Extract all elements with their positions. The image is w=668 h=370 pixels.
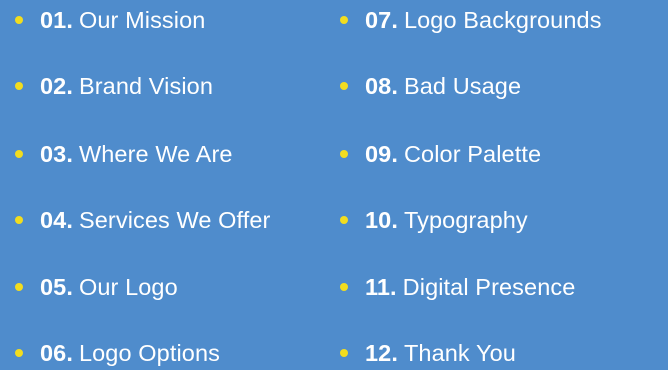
toc-item-number: 05. <box>40 273 73 300</box>
bullet-dot-icon <box>15 16 23 24</box>
toc-item-bad-usage: 08. Bad Usage <box>340 69 521 103</box>
toc-item-label: Our Mission <box>78 6 206 33</box>
toc-item-our-mission: 01. Our Mission <box>15 3 205 37</box>
toc-item-number: 02. <box>40 72 73 99</box>
toc-item-label: Our Logo <box>78 273 178 300</box>
toc-item-number: 11. <box>365 273 397 300</box>
bullet-dot-icon <box>15 216 23 224</box>
bullet-dot-icon <box>340 283 348 291</box>
toc-item-number: 12. <box>365 339 398 366</box>
toc-item-label: Logo Options <box>78 339 220 366</box>
bullet-dot-icon <box>340 349 348 357</box>
toc-item-number: 01. <box>40 6 73 33</box>
toc-item-number: 03. <box>40 140 73 167</box>
bullet-dot-icon <box>15 82 23 90</box>
bullet-dot-icon <box>340 216 348 224</box>
toc-item-label: Digital Presence <box>402 273 576 300</box>
bullet-dot-icon <box>15 283 23 291</box>
bullet-dot-icon <box>340 16 348 24</box>
toc-item-digital-presence: 11. Digital Presence <box>340 270 575 304</box>
bullet-dot-icon <box>15 349 23 357</box>
toc-item-label: Brand Vision <box>78 72 213 99</box>
toc-item-label: Typography <box>403 206 528 233</box>
toc-item-logo-options: 06. Logo Options <box>15 336 220 370</box>
bullet-dot-icon <box>340 150 348 158</box>
toc-item-label: Services We Offer <box>78 206 271 233</box>
toc-item-label: Thank You <box>403 339 516 366</box>
toc-item-number: 10. <box>365 206 398 233</box>
toc-item-number: 07. <box>365 6 398 33</box>
bullet-dot-icon <box>15 150 23 158</box>
toc-item-logo-backgrounds: 07. Logo Backgrounds <box>340 3 602 37</box>
toc-item-typography: 10. Typography <box>340 203 528 237</box>
toc-item-label: Logo Backgrounds <box>403 6 602 33</box>
toc-item-color-palette: 09. Color Palette <box>340 137 541 171</box>
toc-left-column: 01. Our Mission 02. Brand Vision 03. Whe… <box>15 0 340 367</box>
toc-item-number: 04. <box>40 206 73 233</box>
toc-item-label: Color Palette <box>403 140 542 167</box>
table-of-contents: 01. Our Mission 02. Brand Vision 03. Whe… <box>0 0 668 367</box>
toc-right-column: 07. Logo Backgrounds 08. Bad Usage 09. C… <box>340 0 668 367</box>
toc-item-label: Where We Are <box>78 140 233 167</box>
toc-item-thank-you: 12. Thank You <box>340 336 516 370</box>
toc-item-number: 08. <box>365 72 398 99</box>
toc-item-services-we-offer: 04. Services We Offer <box>15 203 270 237</box>
toc-item-label: Bad Usage <box>403 72 522 99</box>
bullet-dot-icon <box>340 82 348 90</box>
toc-item-number: 09. <box>365 140 398 167</box>
toc-item-where-we-are: 03. Where We Are <box>15 137 233 171</box>
toc-item-our-logo: 05. Our Logo <box>15 270 178 304</box>
toc-item-brand-vision: 02. Brand Vision <box>15 69 213 103</box>
toc-item-number: 06. <box>40 339 73 366</box>
